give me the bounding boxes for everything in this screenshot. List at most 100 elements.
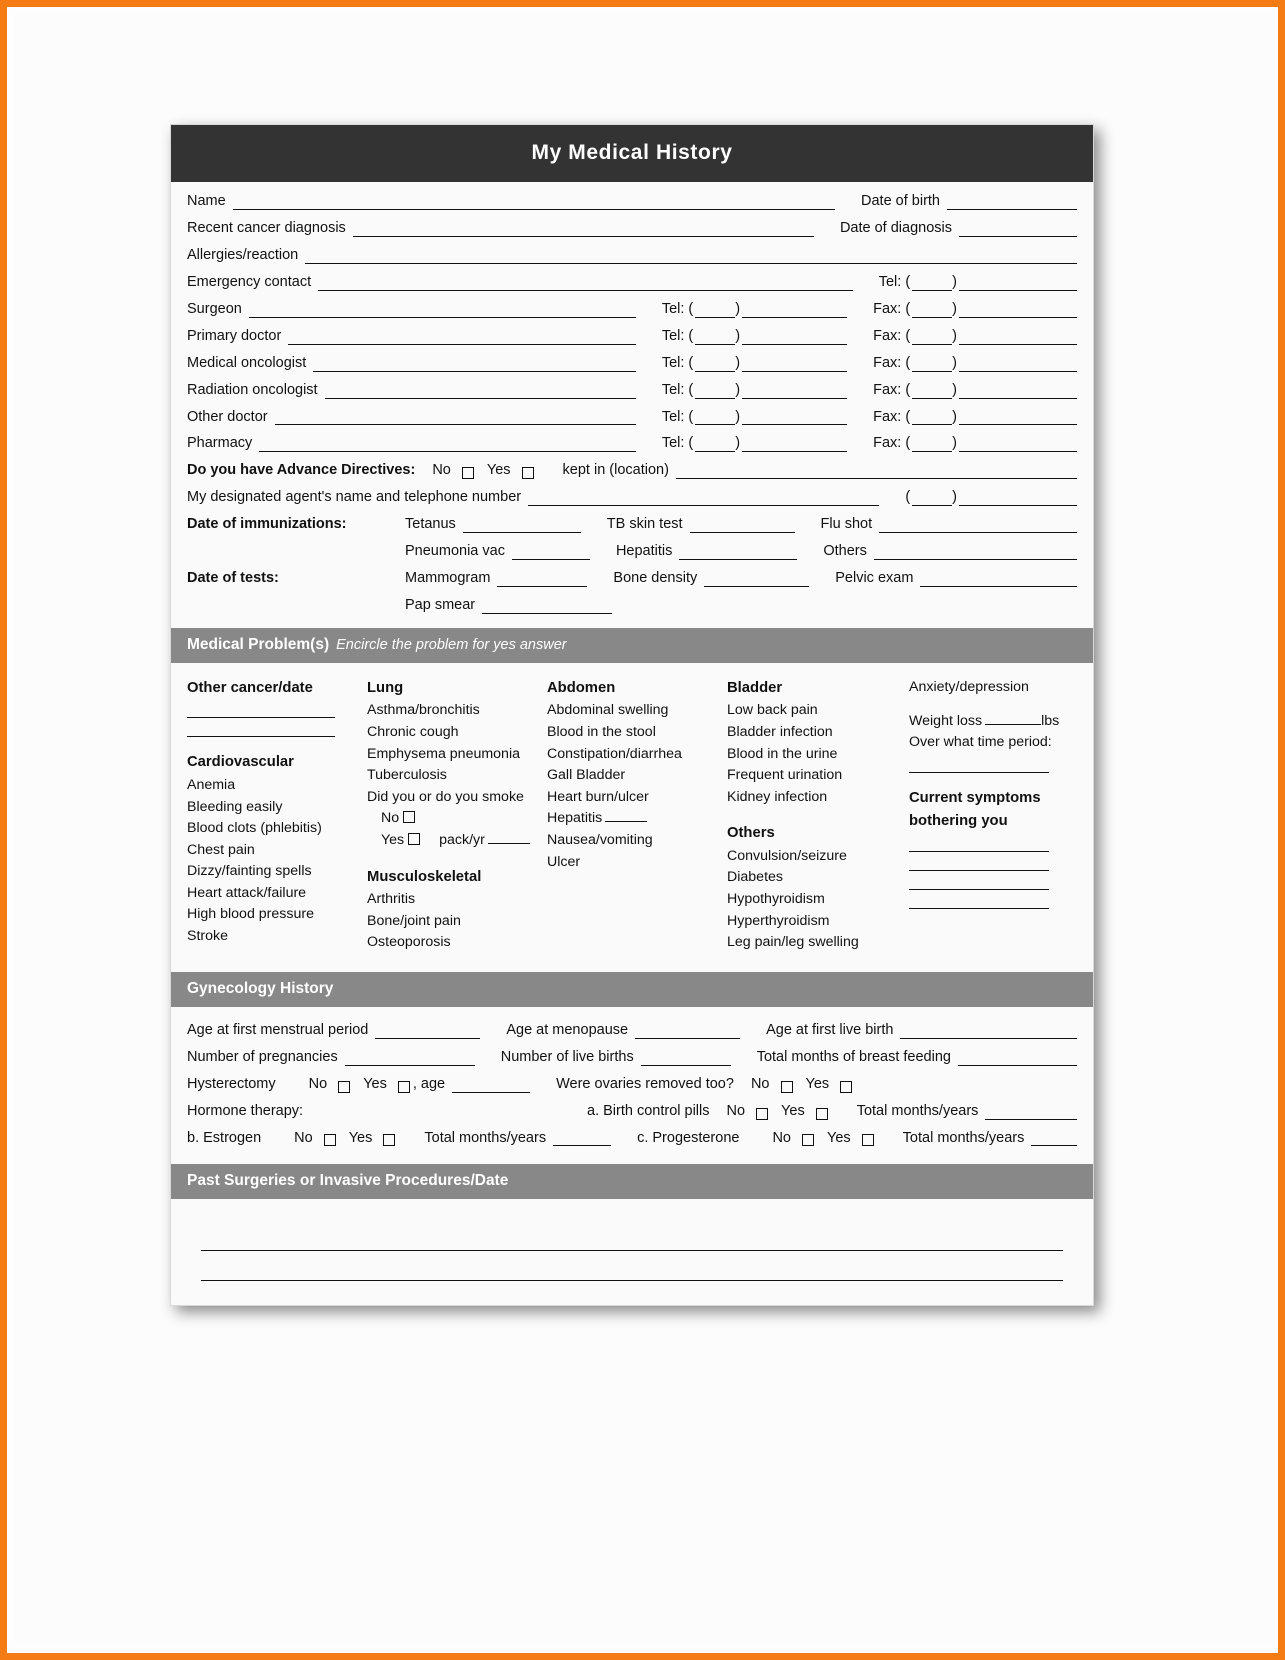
designated-agent-phone-input[interactable] [959,493,1077,507]
birth-control-months-years-input[interactable] [985,1107,1077,1120]
radiation-oncologist-fax-number[interactable] [959,386,1077,399]
current-symptoms-input-4[interactable] [909,894,1049,909]
other-doctor-tel-areacode[interactable] [695,412,736,426]
list-item[interactable]: Leg pain/leg swelling [727,932,909,954]
surgeon-fax-number[interactable] [959,305,1077,318]
designated-agent-areacode[interactable] [912,493,953,507]
age-menopause-input[interactable] [635,1026,741,1039]
progesterone-no-checkbox[interactable] [802,1134,814,1147]
age-first-period-input[interactable] [375,1026,481,1039]
list-item[interactable]: Nausea/vomiting [547,830,727,852]
primary-doctor-fax-number[interactable] [959,332,1077,345]
primary-doctor-fax-areacode[interactable] [912,332,953,345]
tetanus-input[interactable] [462,520,581,534]
list-item[interactable]: Hypothyroidism [727,889,909,911]
medical-oncologist-fax-number[interactable] [959,359,1077,372]
surgeon-tel-areacode[interactable] [695,305,736,318]
surgeon-fax-areacode[interactable] [912,305,953,318]
smoke-no-checkbox[interactable] [403,811,416,824]
list-item[interactable]: Stroke [187,926,367,948]
radiation-oncologist-input[interactable] [324,386,636,399]
allergies-input[interactable] [305,251,1077,264]
weight-loss-input[interactable] [985,713,1042,725]
list-item[interactable]: Asthma/bronchitis [367,700,547,722]
list-item[interactable]: Constipation/diarrhea [547,744,727,766]
past-surgeries-input-1[interactable] [201,1221,1063,1252]
anxiety-depression-item[interactable]: Anxiety/depression [909,677,1077,699]
other-doctor-fax-number[interactable] [959,412,1077,426]
birth-control-yes-checkbox[interactable] [815,1107,828,1120]
surgeon-tel-number[interactable] [742,305,848,318]
list-item[interactable]: Heart attack/failure [187,883,367,905]
list-item[interactable]: Anemia [187,775,367,797]
diagnosis-date-input[interactable] [959,224,1077,237]
list-item[interactable]: Osteoporosis [367,932,547,954]
other-doctor-input[interactable] [274,412,636,426]
radiation-oncologist-tel-number[interactable] [742,386,848,399]
list-item[interactable]: Arthritis [367,889,547,911]
list-item[interactable]: Chest pain [187,840,367,862]
name-input[interactable] [232,197,835,210]
medical-oncologist-tel-areacode[interactable] [695,359,736,372]
hysterectomy-no-checkbox[interactable] [338,1080,351,1093]
birth-control-no-checkbox[interactable] [756,1107,769,1120]
other-doctor-fax-areacode[interactable] [912,412,953,426]
mammogram-input[interactable] [497,574,588,588]
primary-doctor-input[interactable] [288,332,636,345]
pharmacy-input[interactable] [259,439,636,453]
progesterone-yes-checkbox[interactable] [861,1134,874,1147]
smoke-question[interactable]: Did you or do you smoke [367,787,547,809]
list-item[interactable]: Diabetes [727,867,909,889]
number-pregnancies-input[interactable] [344,1053,475,1066]
other-doctor-tel-number[interactable] [742,412,848,426]
current-symptoms-input-3[interactable] [909,875,1049,890]
hepatitis-input[interactable] [679,547,798,561]
ovaries-yes-checkbox[interactable] [840,1080,853,1093]
primary-doctor-tel-areacode[interactable] [695,332,736,345]
months-breast-feeding-input[interactable] [957,1053,1077,1066]
primary-doctor-tel-number[interactable] [742,332,848,345]
list-item[interactable]: Chronic cough [367,722,547,744]
estrogen-months-years-input[interactable] [553,1133,612,1147]
radiation-oncologist-tel-areacode[interactable] [695,386,736,399]
other-cancer-input-1[interactable] [187,703,335,719]
radiation-oncologist-fax-areacode[interactable] [912,386,953,399]
number-live-births-input[interactable] [640,1053,731,1066]
hysterectomy-yes-checkbox[interactable] [397,1080,410,1093]
hysterectomy-age-input[interactable] [452,1080,531,1093]
list-item[interactable]: Dizzy/fainting spells [187,861,367,883]
list-item[interactable]: Tuberculosis [367,765,547,787]
progesterone-months-years-input[interactable] [1031,1133,1077,1147]
bone-density-input[interactable] [704,574,810,588]
emergency-contact-input[interactable] [318,278,853,291]
advance-directives-yes-checkbox[interactable] [521,467,534,480]
list-item[interactable]: Hyperthyroidism [727,911,909,933]
current-symptoms-input-1[interactable] [909,837,1049,852]
pharmacy-tel-areacode[interactable] [695,439,736,453]
current-symptoms-input-2[interactable] [909,856,1049,871]
others-immunization-input[interactable] [873,547,1077,561]
cancer-diagnosis-input[interactable] [352,224,814,237]
pelvic-exam-input[interactable] [920,574,1077,588]
list-item[interactable]: Gall Bladder [547,765,727,787]
list-item[interactable]: Bleeding easily [187,797,367,819]
list-item[interactable]: Low back pain [727,700,909,722]
medical-oncologist-tel-number[interactable] [742,359,848,372]
pharmacy-fax-areacode[interactable] [912,439,953,453]
pack-per-year-input[interactable] [487,832,530,844]
ovaries-no-checkbox[interactable] [780,1080,793,1093]
list-item[interactable]: Emphysema pneumonia [367,744,547,766]
pneumonia-vac-input[interactable] [511,547,590,561]
list-item[interactable]: Frequent urination [727,765,909,787]
pap-smear-input[interactable] [482,601,613,614]
hepatitis-type-input[interactable] [605,810,648,823]
list-item[interactable]: Bladder infection [727,722,909,744]
estrogen-no-checkbox[interactable] [323,1134,336,1147]
list-item[interactable]: Ulcer [547,852,727,874]
list-item[interactable]: Blood in the stool [547,722,727,744]
list-item[interactable]: Convulsion/seizure [727,846,909,868]
list-item[interactable]: Abdominal swelling [547,700,727,722]
emergency-tel-areacode[interactable] [912,278,953,291]
time-period-input[interactable] [909,758,1049,773]
smoke-yes-checkbox[interactable] [408,832,421,845]
